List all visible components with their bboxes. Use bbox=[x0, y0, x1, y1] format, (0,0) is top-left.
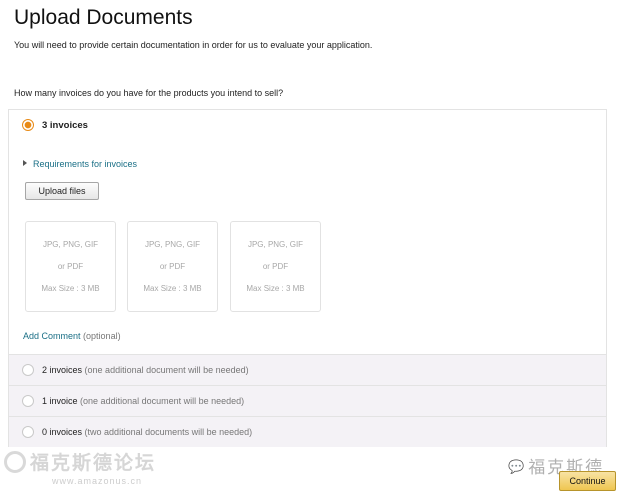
option-3-invoices: 3 invoices Requirements for invoices Upl… bbox=[9, 110, 606, 354]
option-0-invoices-label: 0 invoices (two additional documents wil… bbox=[42, 427, 253, 437]
upload-files-button[interactable]: Upload files bbox=[25, 182, 99, 200]
drop-zone-max-size: Max Size : 3 MB bbox=[143, 284, 202, 293]
option-2-invoices[interactable]: 2 invoices (one additional document will… bbox=[9, 354, 606, 385]
option-1-invoice[interactable]: 1 invoice (one additional document will … bbox=[9, 385, 606, 416]
requirements-link-text: Requirements for invoices bbox=[33, 159, 138, 169]
page-subtitle: You will need to provide certain documen… bbox=[14, 40, 373, 50]
radio-1-invoice[interactable] bbox=[22, 395, 34, 407]
requirements-link[interactable]: Requirements for invoices bbox=[23, 159, 137, 169]
add-comment-optional: (optional) bbox=[83, 331, 121, 341]
drop-zone-max-size: Max Size : 3 MB bbox=[246, 284, 305, 293]
add-comment-link[interactable]: Add Comment bbox=[23, 331, 81, 341]
radio-2-invoices[interactable] bbox=[22, 364, 34, 376]
expand-caret-icon bbox=[23, 160, 27, 166]
radio-3-invoices[interactable] bbox=[22, 119, 34, 131]
drop-zone-or-pdf: or PDF bbox=[159, 262, 186, 271]
watermark-left-text: 福克斯德论坛 bbox=[30, 453, 157, 474]
radio-0-invoices[interactable] bbox=[22, 426, 34, 438]
file-drop-zone-1[interactable]: JPG, PNG, GIF or PDF Max Size : 3 MB bbox=[25, 221, 116, 312]
watermark-url: www.amazonus.cn bbox=[52, 476, 143, 486]
watermark-left: 福克斯德论坛 bbox=[4, 448, 156, 475]
drop-zone-or-pdf: or PDF bbox=[57, 262, 84, 271]
drop-zone-formats: JPG, PNG, GIF bbox=[144, 240, 201, 249]
option-3-invoices-label[interactable]: 3 invoices bbox=[42, 120, 88, 131]
invoice-options-group: 3 invoices Requirements for invoices Upl… bbox=[8, 109, 607, 447]
file-drop-zone-2[interactable]: JPG, PNG, GIF or PDF Max Size : 3 MB bbox=[127, 221, 218, 312]
page-title: Upload Documents bbox=[14, 6, 193, 29]
wechat-icon: 💬 bbox=[508, 459, 527, 474]
continue-button[interactable]: Continue bbox=[559, 471, 616, 491]
drop-zone-or-pdf: or PDF bbox=[262, 262, 289, 271]
drop-zone-max-size: Max Size : 3 MB bbox=[41, 284, 100, 293]
option-1-invoice-label: 1 invoice (one additional document will … bbox=[42, 396, 245, 406]
drop-zone-formats: JPG, PNG, GIF bbox=[247, 240, 304, 249]
watermark-logo-icon bbox=[4, 451, 26, 473]
drop-zone-formats: JPG, PNG, GIF bbox=[42, 240, 99, 249]
file-drop-zone-3[interactable]: JPG, PNG, GIF or PDF Max Size : 3 MB bbox=[230, 221, 321, 312]
option-2-invoices-label: 2 invoices (one additional document will… bbox=[42, 365, 249, 375]
invoice-question: How many invoices do you have for the pr… bbox=[14, 88, 284, 98]
add-comment: Add Comment (optional) bbox=[23, 331, 121, 341]
option-0-invoices[interactable]: 0 invoices (two additional documents wil… bbox=[9, 416, 606, 447]
